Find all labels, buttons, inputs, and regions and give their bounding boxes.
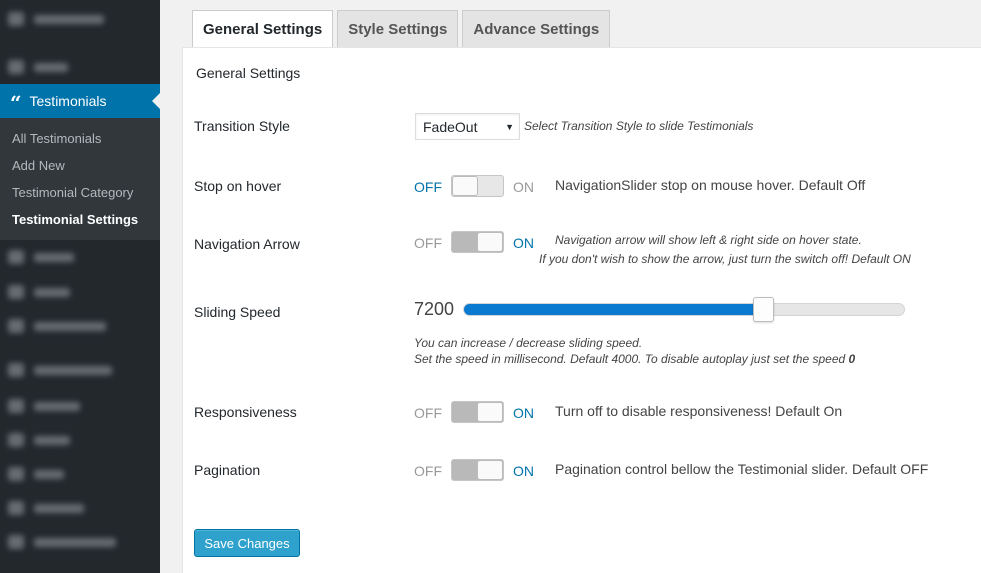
responsiveness-on-label: ON (513, 405, 534, 421)
chevron-down-icon: ▼ (505, 122, 514, 132)
sliding-speed-hint-line2: Set the speed in millisecond. Default 40… (414, 352, 855, 366)
stop-on-hover-hint: NavigationSlider stop on mouse hover. De… (555, 177, 866, 193)
blurred-menu-item[interactable] (8, 58, 68, 76)
navigation-arrow-off-label: OFF (414, 235, 442, 251)
responsiveness-label: Responsiveness (194, 404, 297, 420)
panel-title: General Settings (196, 65, 301, 81)
pagination-label: Pagination (194, 462, 261, 478)
pagination-hint: Pagination control bellow the Testimonia… (555, 461, 929, 477)
save-changes-button[interactable]: Save Changes (194, 529, 300, 557)
submenu-add-new[interactable]: Add New (0, 153, 160, 180)
active-menu-pointer (152, 93, 160, 109)
stop-on-hover-label: Stop on hover (194, 178, 282, 194)
settings-tabs: General Settings Style Settings Advance … (192, 10, 614, 48)
submenu-testimonial-category[interactable]: Testimonial Category (0, 180, 160, 207)
blurred-menu-item[interactable] (8, 317, 106, 335)
navigation-arrow-toggle[interactable] (451, 231, 504, 253)
slider-handle[interactable] (753, 297, 774, 322)
main-content: General Settings Style Settings Advance … (160, 0, 981, 573)
blurred-menu-item[interactable] (8, 10, 104, 28)
sliding-speed-label: Sliding Speed (194, 304, 281, 320)
toggle-knob (452, 176, 478, 196)
navigation-arrow-label: Navigation Arrow (194, 236, 300, 252)
responsiveness-hint: Turn off to disable responsiveness! Defa… (555, 403, 843, 419)
transition-style-select[interactable]: FadeOut ▼ (415, 113, 520, 140)
navigation-arrow-on-label: ON (513, 235, 534, 251)
toggle-knob (477, 460, 503, 480)
admin-sidebar: “ Testimonials All Testimonials Add New … (0, 0, 160, 573)
submenu-testimonial-settings[interactable]: Testimonial Settings (0, 207, 160, 234)
blurred-menu-item[interactable] (8, 397, 80, 415)
blurred-menu-item[interactable] (8, 431, 70, 449)
slider-fill (464, 304, 763, 315)
blurred-menu-item[interactable] (8, 283, 70, 301)
blurred-menu-item[interactable] (8, 499, 84, 517)
menu-item-testimonials[interactable]: “ Testimonials (0, 84, 160, 118)
transition-style-label: Transition Style (194, 118, 290, 134)
pagination-on-label: ON (513, 463, 534, 479)
navigation-arrow-hint-line2: If you don't wish to show the arrow, jus… (539, 252, 911, 266)
sliding-speed-hint-text: Set the speed in millisecond. Default 40… (414, 352, 849, 366)
sliding-speed-slider[interactable] (463, 297, 905, 322)
transition-style-hint: Select Transition Style to slide Testimo… (524, 119, 754, 133)
submenu-all-testimonials[interactable]: All Testimonials (0, 126, 160, 153)
responsiveness-toggle[interactable] (451, 401, 504, 423)
responsiveness-off-label: OFF (414, 405, 442, 421)
sliding-speed-hint-line1: You can increase / decrease sliding spee… (414, 336, 643, 350)
transition-style-value: FadeOut (423, 118, 478, 135)
toggle-knob (477, 402, 503, 422)
blurred-menu-item[interactable] (8, 248, 74, 266)
menu-item-label: Testimonials (29, 93, 107, 109)
stop-on-hover-off-label: OFF (414, 179, 442, 195)
pagination-toggle[interactable] (451, 459, 504, 481)
blurred-menu-item[interactable] (8, 533, 116, 551)
testimonials-submenu: All Testimonials Add New Testimonial Cat… (0, 118, 160, 240)
stop-on-hover-toggle[interactable] (451, 175, 504, 197)
tab-general-settings[interactable]: General Settings (192, 10, 334, 48)
stop-on-hover-on-label: ON (513, 179, 534, 195)
quote-icon: “ (10, 91, 22, 115)
sliding-speed-hint-zero: 0 (848, 352, 856, 366)
sliding-speed-value: 7200 (414, 299, 455, 319)
blurred-menu-item[interactable] (8, 465, 64, 483)
navigation-arrow-hint-line1: Navigation arrow will show left & right … (555, 233, 862, 247)
tab-advance-settings[interactable]: Advance Settings (462, 10, 611, 47)
settings-panel: General Settings Transition Style FadeOu… (182, 47, 981, 573)
tab-style-settings[interactable]: Style Settings (337, 10, 459, 47)
blurred-menu-item[interactable] (8, 361, 112, 379)
toggle-knob (477, 232, 503, 252)
pagination-off-label: OFF (414, 463, 442, 479)
